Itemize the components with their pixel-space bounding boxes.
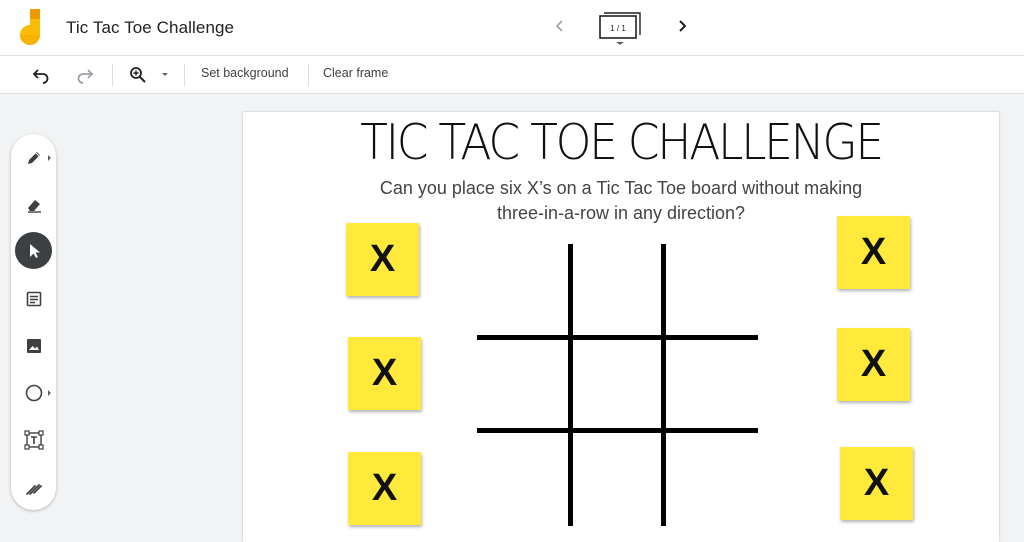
- app-bar: Tic Tac Toe Challenge 1 / 1: [0, 0, 1024, 56]
- clear-frame-button[interactable]: Clear frame: [323, 66, 388, 80]
- chevron-left-icon: [555, 20, 563, 32]
- sticky-note-x[interactable]: X: [348, 452, 421, 525]
- select-tool-button[interactable]: [15, 232, 52, 269]
- whiteboard-canvas[interactable]: TIC TAC TOE CHALLENGE Can you place six …: [243, 112, 999, 542]
- next-frame-button[interactable]: [670, 14, 694, 38]
- chevron-right-icon: [679, 20, 687, 32]
- zoom-button[interactable]: [126, 63, 150, 87]
- sticky-note-x[interactable]: X: [348, 337, 421, 410]
- image-icon: [26, 338, 41, 353]
- text-box-tool-button[interactable]: [15, 421, 52, 458]
- zoom-dropdown-button[interactable]: [158, 63, 172, 87]
- frame-counter: 1 / 1: [610, 23, 626, 33]
- select-arrow-icon: [29, 243, 40, 258]
- sticky-note-x[interactable]: X: [837, 216, 910, 289]
- sticky-note-tool-button[interactable]: [15, 280, 52, 317]
- eraser-tool-button[interactable]: [15, 186, 52, 223]
- set-background-button[interactable]: Set background: [201, 66, 289, 80]
- redo-icon: [77, 69, 94, 84]
- submenu-arrow-icon: [48, 155, 51, 161]
- text-box-icon: [23, 429, 44, 450]
- sticky-note-x[interactable]: X: [840, 447, 913, 520]
- shape-tool-button[interactable]: [15, 374, 52, 411]
- grid-line-vertical[interactable]: [661, 244, 666, 526]
- pen-tool-button[interactable]: [15, 139, 52, 176]
- previous-frame-button[interactable]: [548, 14, 572, 38]
- circle-shape-icon: [25, 384, 42, 401]
- toolbar-divider: [184, 64, 185, 86]
- sticky-note-x[interactable]: X: [346, 223, 419, 296]
- grid-line-horizontal[interactable]: [477, 335, 758, 340]
- submenu-arrow-icon: [48, 390, 51, 396]
- challenge-subtitle[interactable]: Can you place six X’s on a Tic Tac Toe b…: [361, 176, 881, 226]
- grid-line-vertical[interactable]: [568, 244, 573, 526]
- grid-line-horizontal[interactable]: [477, 428, 758, 433]
- jamboard-logo-icon[interactable]: [20, 9, 46, 45]
- caret-down-icon: [162, 73, 168, 76]
- tool-palette: [11, 134, 56, 510]
- eraser-icon: [27, 199, 41, 213]
- sticky-note-icon: [26, 291, 41, 306]
- redo-button[interactable]: [73, 63, 97, 87]
- toolbar-divider: [112, 64, 113, 86]
- toolbar: Set background Clear frame: [0, 56, 1024, 94]
- image-tool-button[interactable]: [15, 327, 52, 364]
- sticky-note-x[interactable]: X: [837, 328, 910, 401]
- toolbar-divider: [308, 64, 309, 86]
- undo-button[interactable]: [29, 63, 53, 87]
- zoom-in-icon: [130, 67, 146, 83]
- laser-icon: [25, 483, 42, 495]
- undo-icon: [32, 69, 49, 84]
- app-title[interactable]: Tic Tac Toe Challenge: [66, 18, 234, 38]
- challenge-headline[interactable]: TIC TAC TOE CHALLENGE: [269, 114, 972, 171]
- laser-tool-button[interactable]: [15, 468, 52, 505]
- pen-icon: [27, 151, 40, 164]
